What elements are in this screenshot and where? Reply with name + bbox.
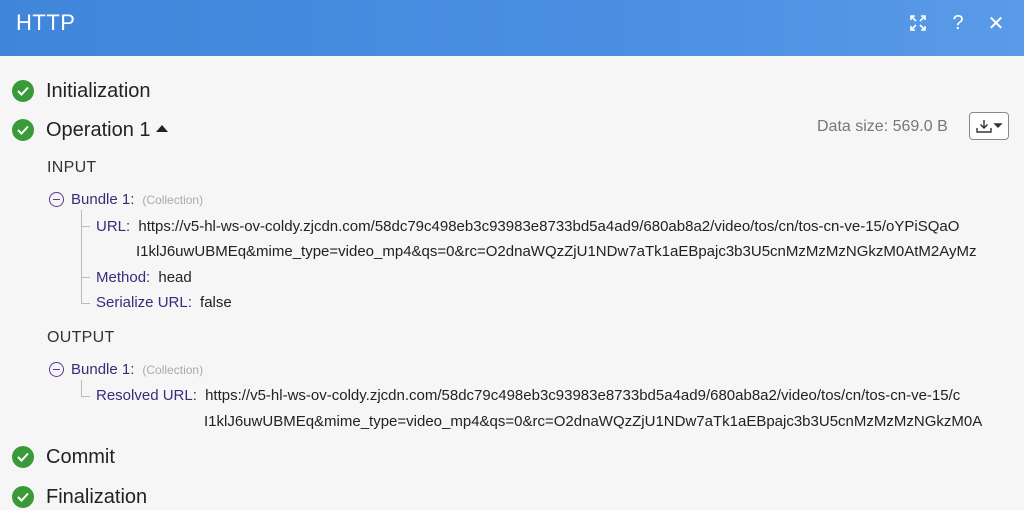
collection-tag: (Collection) bbox=[142, 192, 204, 207]
check-icon bbox=[12, 119, 34, 141]
step-operation[interactable]: Operation 1 bbox=[12, 117, 168, 143]
collection-tag: (Collection) bbox=[142, 362, 204, 377]
step-initialization[interactable]: Initialization bbox=[12, 78, 151, 104]
step-label: Initialization bbox=[46, 79, 151, 102]
bundle-label: Bundle 1: bbox=[71, 191, 135, 208]
download-button[interactable] bbox=[969, 112, 1009, 140]
tree-line bbox=[81, 210, 82, 303]
url-value-continuation: I1klJ6uwUBMEq&mime_type=video_mp4&qs=0&r… bbox=[136, 243, 977, 260]
serialize-value: false bbox=[200, 294, 232, 311]
url-key: URL: bbox=[96, 218, 131, 235]
data-size: Data size: 569.0 B bbox=[817, 118, 948, 135]
modal-title: HTTP bbox=[16, 10, 76, 35]
url-value: https://v5-hl-ws-ov-coldy.zjcdn.com/58dc… bbox=[138, 218, 960, 235]
resolved-url-key: Resolved URL: bbox=[96, 387, 197, 404]
serialize-row: Serialize URL: false bbox=[96, 294, 232, 311]
step-label: Operation 1 bbox=[46, 118, 151, 141]
tree-line bbox=[81, 396, 90, 397]
tree-line bbox=[81, 380, 82, 396]
method-value: head bbox=[158, 269, 192, 286]
serialize-key: Serialize URL: bbox=[96, 294, 192, 311]
resolved-url-value: https://v5-hl-ws-ov-coldy.zjcdn.com/58dc… bbox=[205, 387, 961, 404]
check-icon bbox=[12, 486, 34, 508]
collapse-icon[interactable] bbox=[49, 192, 64, 207]
step-finalization[interactable]: Finalization bbox=[12, 484, 147, 510]
help-icon[interactable]: ? bbox=[947, 12, 969, 34]
resolved-url-row: Resolved URL: https://v5-hl-ws-ov-coldy.… bbox=[96, 387, 960, 404]
expand-icon[interactable] bbox=[907, 12, 929, 34]
tree-line bbox=[81, 277, 90, 278]
method-key: Method: bbox=[96, 269, 151, 286]
tree-line bbox=[81, 303, 90, 304]
bundle-label: Bundle 1: bbox=[71, 361, 135, 378]
step-label: Commit bbox=[46, 445, 115, 468]
output-bundle: Bundle 1: (Collection) bbox=[49, 361, 203, 378]
method-row: Method: head bbox=[96, 269, 192, 286]
step-commit[interactable]: Commit bbox=[12, 444, 115, 470]
input-bundle: Bundle 1: (Collection) bbox=[49, 191, 203, 208]
step-label: Finalization bbox=[46, 485, 148, 508]
input-section-title: INPUT bbox=[47, 159, 97, 176]
close-icon[interactable]: ✕ bbox=[985, 12, 1007, 35]
download-icon bbox=[976, 120, 1003, 133]
caret-up-icon[interactable] bbox=[155, 125, 168, 132]
output-section-title: OUTPUT bbox=[47, 329, 115, 346]
modal-header: HTTP ? ✕ bbox=[0, 0, 1024, 56]
collapse-icon[interactable] bbox=[49, 362, 64, 377]
resolved-url-continuation: I1klJ6uwUBMEq&mime_type=video_mp4&qs=0&r… bbox=[204, 413, 983, 430]
url-row: URL: https://v5-hl-ws-ov-coldy.zjcdn.com… bbox=[96, 218, 959, 235]
check-icon bbox=[12, 446, 34, 468]
check-icon bbox=[12, 80, 34, 102]
tree-line bbox=[81, 226, 90, 227]
